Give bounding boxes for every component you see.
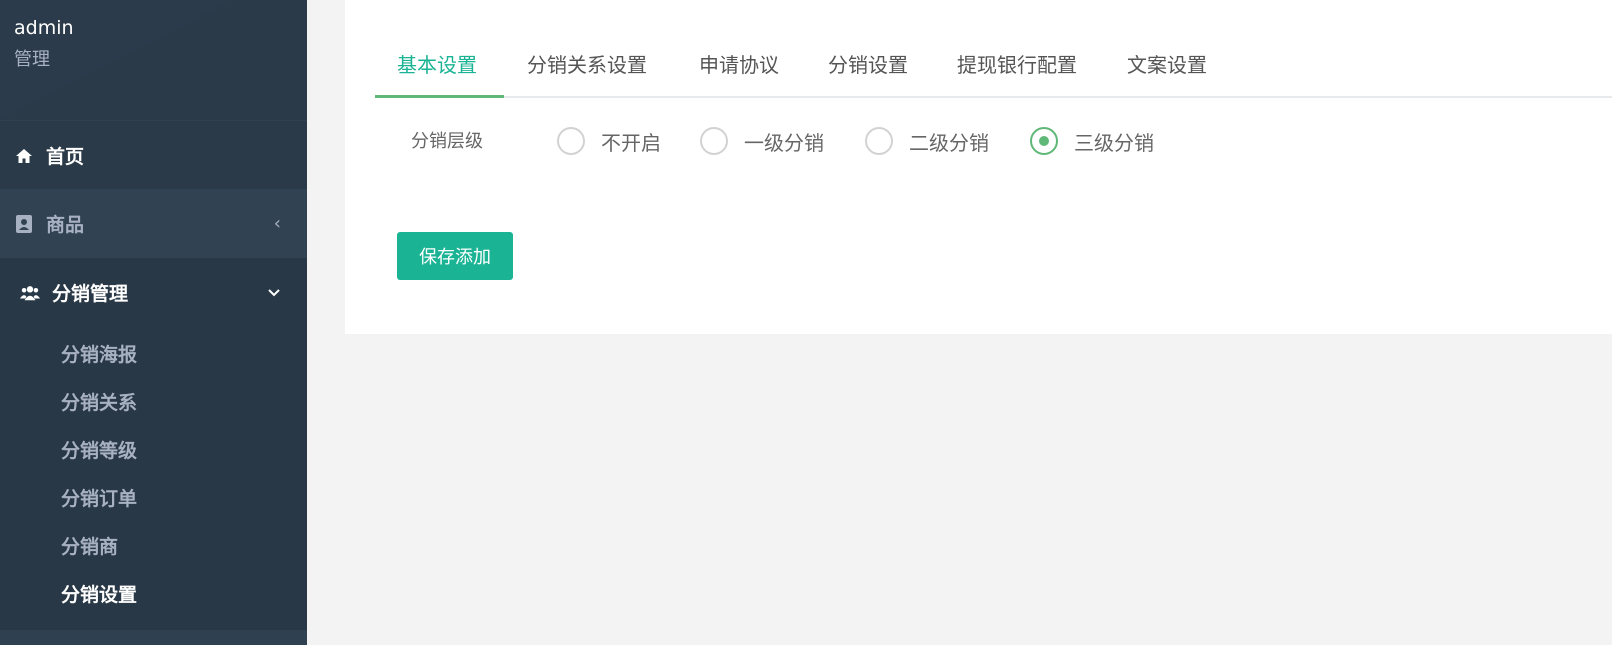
distribution-level-label: 分销层级 xyxy=(411,131,483,152)
sidebar-item-goods[interactable]: 商品 ‹ xyxy=(0,189,307,258)
tab-label: 分销设置 xyxy=(828,53,908,77)
radio-circle[interactable] xyxy=(865,127,893,155)
radio-label: 二级分销 xyxy=(909,130,989,155)
sidebar-item-label: 分销管理 xyxy=(52,283,129,305)
save-add-button[interactable]: 保存添加 xyxy=(397,232,513,280)
radio-circle[interactable] xyxy=(557,127,585,155)
tab-basic-settings[interactable]: 基本设置 xyxy=(397,52,477,96)
tab-agreement[interactable]: 申请协议 xyxy=(699,52,779,96)
contact-card-icon xyxy=(14,214,34,234)
tab-label: 申请协议 xyxy=(699,53,779,77)
active-tab-indicator xyxy=(375,95,504,98)
radio-level-three[interactable]: 三级分销 xyxy=(1030,124,1154,158)
sidebar-subitem-orders[interactable]: 分销订单 xyxy=(61,484,137,511)
radio-level-one[interactable]: 一级分销 xyxy=(700,124,824,158)
tab-copywriting[interactable]: 文案设置 xyxy=(1127,52,1207,96)
tab-label: 文案设置 xyxy=(1127,53,1207,77)
chevron-left-icon: ‹ xyxy=(273,213,281,234)
sidebar-item-label: 首页 xyxy=(46,146,85,168)
radio-circle[interactable] xyxy=(700,127,728,155)
sidebar-item-home[interactable]: 首页 xyxy=(0,121,307,190)
chevron-down-icon xyxy=(267,282,281,303)
sidebar-subitem-relation[interactable]: 分销关系 xyxy=(61,388,137,415)
tab-distribution-settings[interactable]: 分销设置 xyxy=(828,52,908,96)
distribution-submenu: 分销海报 分销关系 分销等级 分销订单 分销商 分销设置 xyxy=(0,327,307,630)
sidebar: admin 管理 首页 商品 ‹ 分销管理 分销海报 分销关系 分销等级 分销订… xyxy=(0,0,307,645)
profile-header: admin 管理 xyxy=(0,0,307,120)
sidebar-item-distribution[interactable]: 分销管理 xyxy=(0,258,307,327)
tab-label: 分销关系设置 xyxy=(527,53,647,77)
tab-relation-settings[interactable]: 分销关系设置 xyxy=(527,52,647,96)
users-icon xyxy=(20,283,40,303)
radio-level-two[interactable]: 二级分销 xyxy=(865,124,989,158)
tab-label: 基本设置 xyxy=(397,53,477,77)
tab-bar: 基本设置 分销关系设置 申请协议 分销设置 提现银行配置 文案设置 xyxy=(375,44,1612,98)
settings-panel: 基本设置 分销关系设置 申请协议 分销设置 提现银行配置 文案设置 分销层级 不… xyxy=(345,0,1612,334)
sidebar-subitem-level[interactable]: 分销等级 xyxy=(61,436,137,463)
profile-role: 管理 xyxy=(14,49,50,70)
tab-label: 提现银行配置 xyxy=(957,53,1077,77)
radio-label: 一级分销 xyxy=(744,130,824,155)
home-icon xyxy=(14,146,34,166)
sidebar-subitem-poster[interactable]: 分销海报 xyxy=(61,340,137,367)
radio-label: 不开启 xyxy=(601,130,661,155)
profile-username[interactable]: admin xyxy=(14,17,74,39)
radio-disabled[interactable]: 不开启 xyxy=(557,124,661,158)
radio-circle-checked[interactable] xyxy=(1030,127,1058,155)
sidebar-subitem-settings[interactable]: 分销设置 xyxy=(61,580,137,607)
sidebar-next-item[interactable] xyxy=(0,630,307,645)
sidebar-subitem-distributors[interactable]: 分销商 xyxy=(61,532,118,559)
radio-label: 三级分销 xyxy=(1074,130,1154,155)
sidebar-item-label: 商品 xyxy=(46,214,85,236)
tab-bank-config[interactable]: 提现银行配置 xyxy=(957,52,1077,96)
